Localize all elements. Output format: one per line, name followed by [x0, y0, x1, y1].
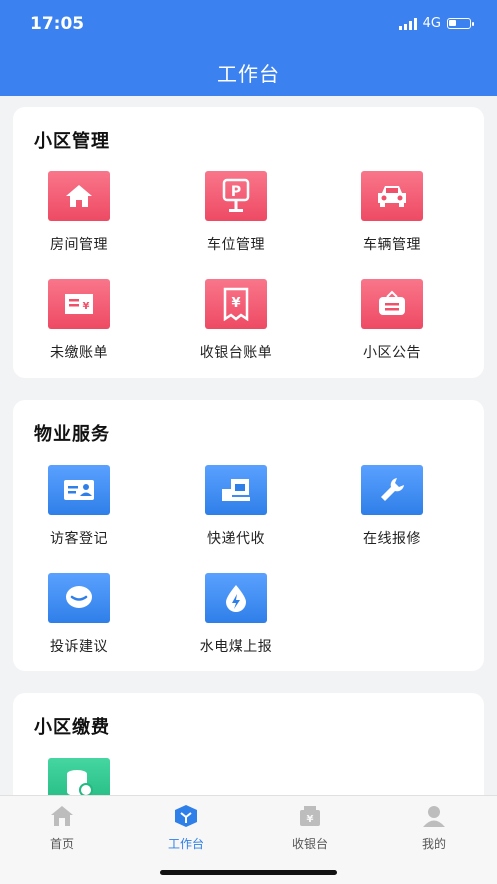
item-label: 车辆管理	[363, 237, 421, 253]
chat-bubble-icon	[48, 573, 110, 623]
item-label: 收银台账单	[199, 345, 273, 361]
parking-icon: P	[205, 171, 267, 221]
item-label: 快递代收	[207, 531, 265, 547]
section-title: 小区缴费	[34, 717, 110, 738]
complaint-suggestion-button[interactable]: 投诉建议	[19, 573, 139, 656]
unpaid-bills-button[interactable]: ¥ 未缴账单	[19, 279, 139, 362]
community-notice-button[interactable]: 小区公告	[332, 279, 452, 362]
svg-text:¥: ¥	[307, 814, 314, 825]
workbench-tab-icon	[175, 805, 197, 827]
tab-workbench[interactable]: 工作台	[136, 804, 236, 852]
section-community-management: 小区管理 房间管理 P 车位管理 车辆管理 ¥ 未缴账单 ¥ 收银台账单 小区公…	[13, 107, 484, 378]
signal-icon	[398, 17, 417, 30]
utility-report-button[interactable]: 水电煤上报	[176, 573, 296, 656]
visitor-card-icon	[48, 465, 110, 515]
network-type: 4G	[422, 16, 441, 31]
package-collection-button[interactable]: 快递代收	[176, 465, 296, 548]
car-icon	[361, 171, 423, 221]
item-label: 在线报修	[363, 531, 421, 547]
top-header: 17:05 4G 工作台	[0, 0, 497, 96]
house-icon	[48, 171, 110, 221]
tab-profile[interactable]: 我的	[384, 804, 484, 852]
item-label: 未缴账单	[50, 345, 108, 361]
status-indicators: 4G	[398, 16, 474, 31]
cashier-bills-button[interactable]: ¥ 收银台账单	[176, 279, 296, 362]
cashier-bill-icon: ¥	[205, 279, 267, 329]
section-property-services: 物业服务 访客登记 快递代收 在线报修 投诉建议 水电煤上报	[13, 400, 484, 671]
visitor-registration-button[interactable]: 访客登记	[19, 465, 139, 548]
status-time: 17:05	[30, 14, 85, 34]
home-indicator	[160, 870, 337, 875]
tab-label: 收银台	[291, 837, 328, 851]
section-title: 小区管理	[34, 131, 110, 152]
tab-label: 首页	[49, 837, 74, 851]
cashier-tab-icon: ¥	[300, 806, 320, 826]
vehicle-management-button[interactable]: 车辆管理	[332, 171, 452, 254]
wrench-icon	[361, 465, 423, 515]
page-title: 工作台	[217, 62, 280, 86]
announcement-icon	[361, 279, 423, 329]
utility-drop-icon	[205, 573, 267, 623]
unpaid-bill-icon: ¥	[48, 279, 110, 329]
battery-icon	[447, 18, 474, 29]
item-label: 房间管理	[50, 237, 108, 253]
tab-label: 工作台	[167, 837, 204, 851]
item-label: 水电煤上报	[199, 639, 273, 655]
home-tab-icon	[51, 806, 73, 826]
svg-text:¥: ¥	[83, 301, 90, 312]
svg-text:¥: ¥	[231, 296, 240, 311]
room-management-button[interactable]: 房间管理	[19, 171, 139, 254]
parking-management-button[interactable]: P 车位管理	[176, 171, 296, 254]
profile-tab-icon	[423, 806, 445, 827]
item-label: 投诉建议	[50, 639, 108, 655]
package-icon	[205, 465, 267, 515]
item-label: 访客登记	[50, 531, 108, 547]
tab-cashier[interactable]: ¥ 收银台	[260, 804, 360, 852]
online-repair-button[interactable]: 在线报修	[332, 465, 452, 548]
item-label: 车位管理	[207, 237, 265, 253]
section-title: 物业服务	[34, 424, 110, 445]
item-label: 小区公告	[363, 345, 421, 361]
tab-label: 我的	[421, 837, 446, 851]
svg-text:P: P	[231, 184, 241, 200]
tab-home[interactable]: 首页	[12, 804, 112, 852]
